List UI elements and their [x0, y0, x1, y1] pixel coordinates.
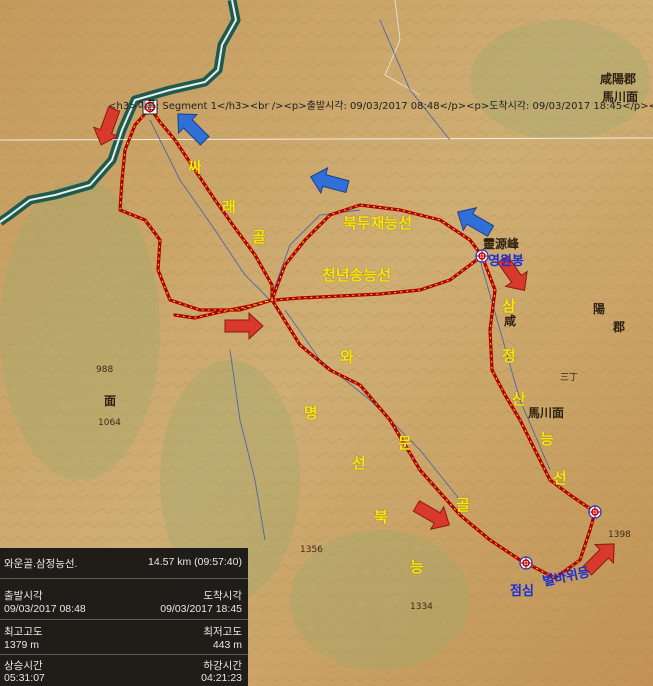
- route-label-samjeong-2: 정: [502, 347, 516, 365]
- map-text: 郡: [613, 320, 626, 334]
- divider: [0, 619, 248, 620]
- topographic-map[interactable]: <h3>이름: Segment 1</h3><br /><p>출발시각: 09/…: [0, 0, 653, 686]
- end-time-value: 09/03/2017 18:45: [160, 603, 242, 615]
- route-label-ssaraegol-1: 싸: [188, 158, 202, 176]
- map-text: 咸陽郡: [600, 72, 637, 86]
- route-label-waumyeong-3: 선: [352, 454, 366, 472]
- max-altitude-value: 1379 m: [4, 639, 40, 651]
- lunch-marker: [519, 556, 533, 570]
- waypoint-label-lunch: 점심: [510, 584, 534, 599]
- route-label-waumyeong-4: 문: [398, 434, 412, 452]
- ascent-time-value: 05:31:07: [4, 672, 45, 684]
- route-label-cheonnyeon: 천년송능선: [322, 266, 392, 284]
- map-text: 面: [104, 394, 117, 408]
- byeolbawi-marker: [588, 505, 602, 519]
- route-label-bukneung-1: 북: [374, 508, 388, 526]
- waypoint-label-yeongwonbong: 영원봉: [488, 254, 524, 269]
- descent-time-value: 04:21:23: [201, 672, 242, 684]
- route-label-samjeong-4: 능: [540, 430, 554, 448]
- end-time-label: 도착시각: [203, 590, 242, 602]
- start-time-value: 09/03/2017 08:48: [4, 603, 86, 615]
- map-text: 1064: [98, 418, 121, 428]
- divider: [0, 578, 248, 579]
- start-time-label: 출발시각: [4, 590, 43, 602]
- route-label-waumyeong-5: 골: [456, 496, 470, 514]
- divider: [0, 654, 248, 655]
- map-text: 1398: [608, 530, 631, 540]
- route-label-ssaraegol-3: 골: [252, 228, 266, 246]
- map-text: 馬川面: [528, 406, 565, 420]
- ascent-time-label: 상승시간: [4, 660, 43, 672]
- route-label-samjeong-3: 산: [512, 390, 526, 408]
- route-label-bukneung-2: 능: [410, 558, 424, 576]
- min-altitude-value: 443 m: [212, 639, 242, 651]
- min-altitude-label: 최저고도: [203, 626, 242, 638]
- map-text: 馬川面: [602, 90, 639, 104]
- route-label-waumyeong-2: 명: [304, 404, 318, 422]
- route-label-waumyeong-1: 와: [340, 348, 354, 366]
- route-label-samjeong-1: 삼: [502, 297, 516, 315]
- track-name: 와운골.삼정능선.: [4, 558, 78, 570]
- descent-time-label: 하강시간: [203, 660, 242, 672]
- map-text: 陽: [593, 302, 606, 316]
- map-text: 三丁: [560, 373, 579, 383]
- route-label-ssaraegol-2: 래: [222, 198, 236, 216]
- route-label-samjeong-5: 선: [553, 469, 567, 487]
- max-altitude-label: 최고고도: [4, 626, 43, 638]
- map-text: 1356: [300, 545, 323, 555]
- track-stats-panel: 와운골.삼정능선. 14.57 km (09:57:40) 출발시각 도착시각 …: [0, 548, 248, 686]
- segment-title-overlay: <h3>이름: Segment 1</h3><br /><p>출발시각: 09/…: [108, 101, 653, 112]
- route-label-bukdu: 북두재능선: [343, 214, 413, 232]
- track-distance-time: 14.57 km (09:57:40): [148, 556, 242, 568]
- map-text: 1334: [410, 602, 433, 612]
- map-text: 988: [96, 365, 114, 375]
